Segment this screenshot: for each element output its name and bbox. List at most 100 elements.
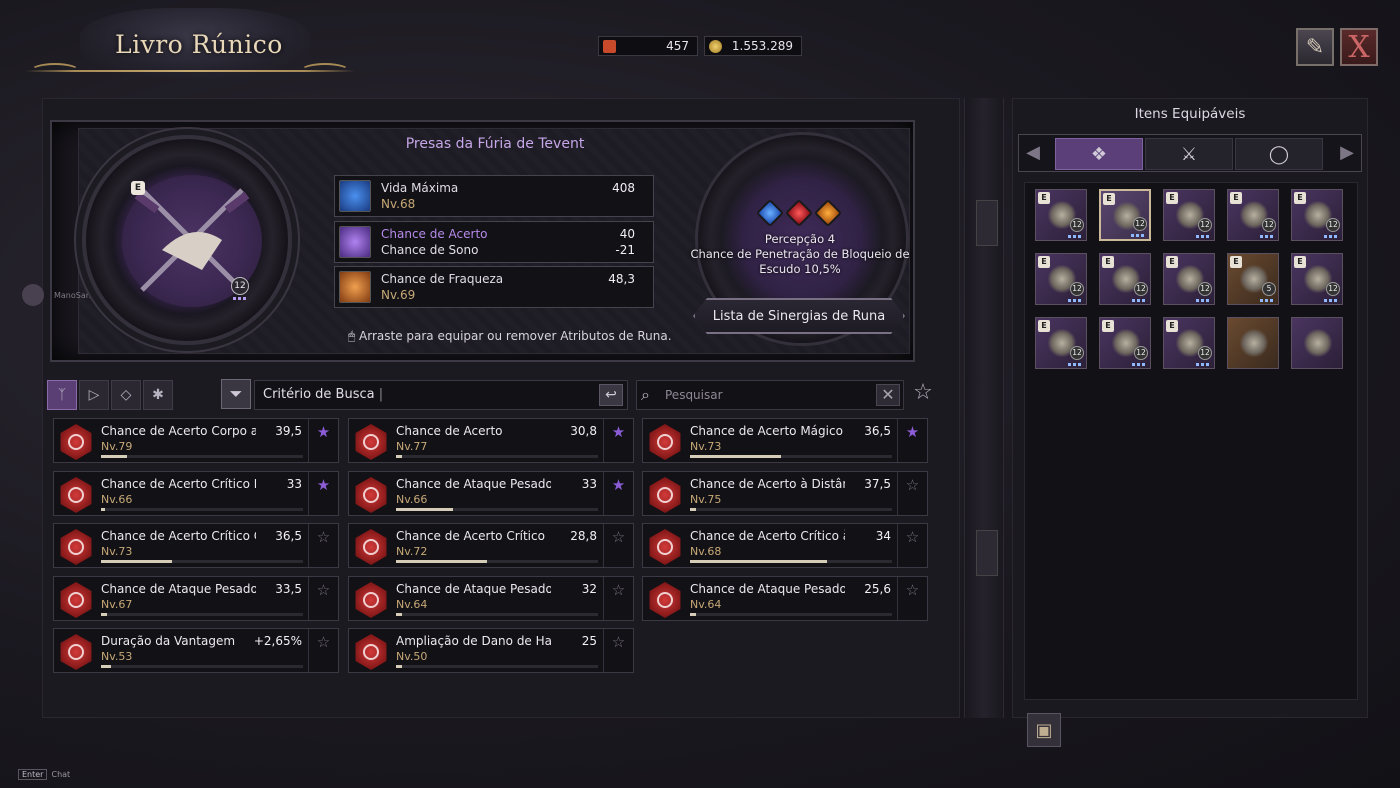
tab-weapons[interactable]: ⚔ bbox=[1145, 138, 1233, 170]
rune-card-name: Duração da Vantagem bbox=[101, 634, 236, 648]
rune-card-progress bbox=[690, 508, 892, 511]
rune-card[interactable]: Chance de Acerto Crítico Co 36,5 Nv.73 ☆ bbox=[53, 523, 339, 568]
rune-card-level: Nv.53 bbox=[101, 650, 133, 663]
rune-card-value: 33 bbox=[581, 477, 597, 491]
tab-rune-type-2[interactable]: ▷ bbox=[79, 380, 109, 410]
clear-search-button[interactable]: ✕ bbox=[876, 384, 900, 406]
rune-card[interactable]: Chance de Ataque Pesado Co 33,5 Nv.67 ☆ bbox=[53, 576, 339, 621]
rune-card-name: Chance de Acerto Crítico bbox=[396, 529, 545, 543]
rune-card[interactable]: Chance de Ataque Pesado 25,6 Nv.64 ☆ bbox=[642, 576, 928, 621]
enhance-badge: E bbox=[1038, 320, 1050, 332]
tab-accessories[interactable]: ◯ bbox=[1235, 138, 1323, 170]
rune-card[interactable]: Chance de Acerto Mágico 36,5 Nv.73 ★ bbox=[642, 418, 928, 463]
favorite-star-icon[interactable]: ☆ bbox=[897, 472, 927, 515]
tab-rune-type-3[interactable]: ◇ bbox=[111, 380, 141, 410]
favorite-star-icon[interactable]: ★ bbox=[603, 419, 633, 462]
rune-card-value: 39,5 bbox=[275, 424, 302, 438]
favorite-star-icon[interactable]: ★ bbox=[897, 419, 927, 462]
rune-card-level: Nv.66 bbox=[101, 493, 133, 506]
enhance-badge: E bbox=[1038, 192, 1050, 204]
filter-button[interactable]: ⏷ bbox=[221, 379, 251, 409]
favorite-star-icon[interactable]: ☆ bbox=[897, 577, 927, 620]
tab-rune-type-1[interactable]: ᛉ bbox=[47, 380, 77, 410]
favorite-star-icon[interactable]: ☆ bbox=[308, 524, 338, 567]
equippable-item[interactable] bbox=[1291, 317, 1343, 369]
rune-card[interactable]: Duração da Vantagem +2,65% Nv.53 ☆ bbox=[53, 628, 339, 673]
rune-card[interactable]: Chance de Acerto Corpo a C 39,5 Nv.79 ★ bbox=[53, 418, 339, 463]
favorite-star-icon[interactable]: ☆ bbox=[603, 577, 633, 620]
equippable-item[interactable]: E 12 bbox=[1227, 189, 1279, 241]
rune-attribute-icon bbox=[649, 529, 681, 565]
storage-button[interactable]: ▣ bbox=[1027, 713, 1061, 747]
chat-hint[interactable]: Enter Chat bbox=[18, 769, 70, 780]
equippable-item[interactable]: E 12 bbox=[1291, 189, 1343, 241]
equippable-item[interactable]: E 12 bbox=[1035, 317, 1087, 369]
rune-card-progress bbox=[690, 560, 892, 563]
item-level-badge: 12 bbox=[1326, 282, 1340, 296]
equippable-item[interactable]: E 12 bbox=[1099, 317, 1151, 369]
player-name: ManoSamm bbox=[54, 291, 102, 300]
tab-all-items[interactable]: ❖ bbox=[1055, 138, 1143, 170]
rune-card-name: Chance de Ataque Pesado Co bbox=[101, 582, 256, 596]
rune-card-level: Nv.50 bbox=[396, 650, 428, 663]
reset-criteria-button[interactable]: ↩ bbox=[599, 384, 623, 406]
synergy-effect: Percepção 4 Chance de Penetração de Bloq… bbox=[690, 232, 910, 276]
rune-card-value: 33,5 bbox=[275, 582, 302, 596]
equippable-item[interactable]: E 12 bbox=[1099, 189, 1151, 241]
enhance-badge: E bbox=[1166, 256, 1178, 268]
enhance-badge: E bbox=[1038, 256, 1050, 268]
enhance-badge: E bbox=[1102, 256, 1114, 268]
tab-rune-type-4[interactable]: ✱ bbox=[143, 380, 173, 410]
equippable-item[interactable]: E 12 bbox=[1099, 253, 1151, 305]
rune-card[interactable]: Chance de Acerto 30,8 Nv.77 ★ bbox=[348, 418, 634, 463]
favorite-star-icon[interactable]: ☆ bbox=[603, 629, 633, 672]
equippable-item[interactable]: E 12 bbox=[1163, 189, 1215, 241]
rune-card[interactable]: Ampliação de Dano de Habili 25 Nv.50 ☆ bbox=[348, 628, 634, 673]
item-icon bbox=[1240, 328, 1268, 358]
rune-attribute-icon bbox=[60, 477, 92, 513]
rune-card[interactable]: Chance de Ataque Pesado M 33 Nv.66 ★ bbox=[348, 471, 634, 516]
prev-category-button[interactable]: ◀ bbox=[1021, 141, 1045, 165]
search-input[interactable] bbox=[665, 385, 865, 405]
favorite-star-icon[interactable]: ☆ bbox=[308, 629, 338, 672]
next-category-button[interactable]: ▶ bbox=[1335, 141, 1359, 165]
funnel-icon: ⏷ bbox=[229, 384, 243, 403]
rune-attribute-icon bbox=[60, 424, 92, 460]
close-button[interactable]: X bbox=[1340, 28, 1378, 66]
rune-name: Presas da Fúria de Tevent bbox=[405, 136, 585, 152]
equippable-item[interactable]: E5 bbox=[1227, 253, 1279, 305]
rune-card[interactable]: Chance de Acerto à Distânci 37,5 Nv.75 ☆ bbox=[642, 471, 928, 516]
item-level-badge: 12 bbox=[1070, 282, 1084, 296]
rune-card[interactable]: Chance de Acerto Crítico Má 33 Nv.66 ★ bbox=[53, 471, 339, 516]
rune-stat-2: Chance de Acerto Chance de Sono 40 -21 bbox=[334, 221, 654, 263]
favorite-star-icon[interactable]: ☆ bbox=[897, 524, 927, 567]
player-avatar[interactable] bbox=[22, 284, 44, 306]
rune-card-level: Nv.79 bbox=[101, 440, 133, 453]
favorite-star-icon[interactable]: ☆ bbox=[603, 524, 633, 567]
rune-card[interactable]: Chance de Acerto Crítico à D 34 Nv.68 ☆ bbox=[642, 523, 928, 568]
synergy-list-button[interactable]: Lista de Sinergias de Runa bbox=[693, 298, 905, 334]
equippable-item[interactable] bbox=[1227, 317, 1279, 369]
favorite-star-icon[interactable]: ★ bbox=[603, 472, 633, 515]
rune-attribute-icon bbox=[355, 582, 387, 618]
favorite-filter-button[interactable]: ☆ bbox=[909, 380, 937, 408]
favorite-star-icon[interactable]: ★ bbox=[308, 419, 338, 462]
rune-card[interactable]: Chance de Acerto Crítico 28,8 Nv.72 ☆ bbox=[348, 523, 634, 568]
enhance-badge: E bbox=[1103, 193, 1115, 205]
search-criteria-field[interactable]: Critério de Busca | ↩ bbox=[254, 380, 628, 410]
favorite-star-icon[interactable]: ☆ bbox=[308, 577, 338, 620]
rune-attribute-icon bbox=[649, 582, 681, 618]
codex-button[interactable]: ✎ bbox=[1296, 28, 1334, 66]
item-level-badge: 12 bbox=[1326, 218, 1340, 232]
equippable-item[interactable]: E 12 bbox=[1163, 253, 1215, 305]
rune-card[interactable]: Chance de Ataque Pesado à 32 Nv.64 ☆ bbox=[348, 576, 634, 621]
star-plus-icon: ☆ bbox=[913, 380, 933, 405]
equippable-item[interactable]: E 12 bbox=[1291, 253, 1343, 305]
enhance-badge: E bbox=[1166, 320, 1178, 332]
rune-attribute-icon bbox=[355, 634, 387, 670]
equippable-item[interactable]: E 12 bbox=[1035, 253, 1087, 305]
equippable-item[interactable]: E 12 bbox=[1035, 189, 1087, 241]
favorite-star-icon[interactable]: ★ bbox=[308, 472, 338, 515]
rune-card-level: Nv.64 bbox=[690, 598, 722, 611]
equippable-item[interactable]: E 12 bbox=[1163, 317, 1215, 369]
